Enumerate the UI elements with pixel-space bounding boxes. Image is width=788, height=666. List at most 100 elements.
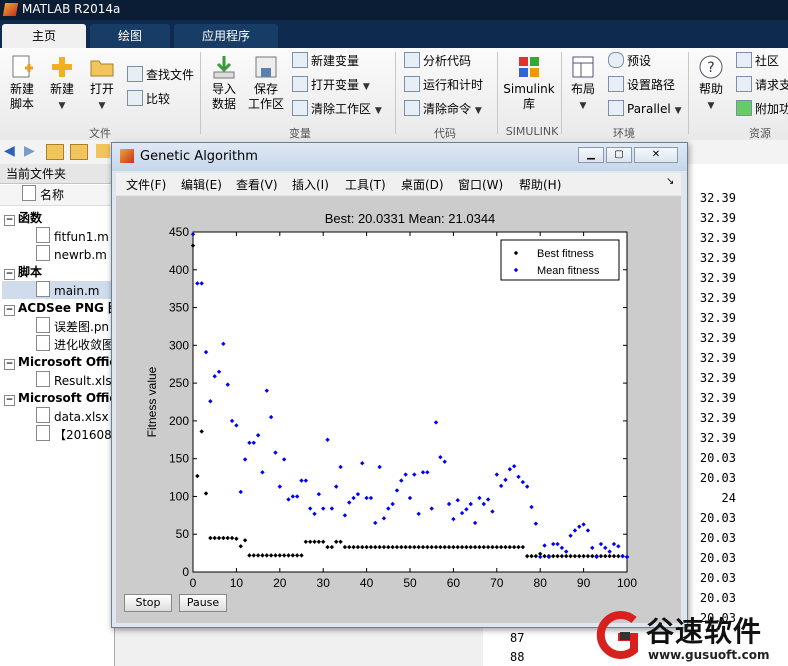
file-icon [36, 371, 50, 387]
legend-label: Mean fitness [537, 265, 600, 277]
minimize-button[interactable]: ▁ [578, 147, 604, 163]
preferences-button[interactable]: 预设 [608, 52, 651, 70]
environment-group-label: 环境 [613, 127, 635, 140]
new-script-icon [12, 55, 33, 78]
pause-button[interactable]: Pause [179, 594, 227, 612]
menu-insert[interactable]: 插入(I) [292, 176, 329, 193]
stop-button[interactable]: Stop [124, 594, 172, 612]
file-list-item[interactable]: 进化收敛图 [36, 335, 114, 353]
collapse-toggle-icon[interactable]: − [4, 215, 15, 226]
open-button[interactable]: 打开 ▼ [84, 54, 120, 114]
menu-view[interactable]: 查看(V) [236, 176, 278, 193]
separator [497, 52, 498, 134]
menu-file[interactable]: 文件(F) [126, 176, 166, 193]
watermark-text: 谷速软件 [646, 615, 763, 648]
value-cell: 32.39 [699, 271, 736, 285]
plot-area [192, 231, 628, 573]
value-cell: 32.39 [699, 391, 736, 405]
tab-apps[interactable]: 应用程序 [174, 24, 278, 48]
collapse-toggle-icon[interactable]: − [4, 305, 15, 316]
value-cell: 24 [721, 491, 736, 505]
file-list-item[interactable]: newrb.m [36, 245, 107, 263]
collapse-toggle-icon[interactable]: − [4, 269, 15, 280]
file-group-label: 文件 [89, 127, 111, 140]
maximize-button[interactable]: ▢ [606, 147, 632, 163]
new-variable-button[interactable]: 新建变量 [292, 52, 359, 70]
file-name: 误差图.pn [54, 320, 110, 334]
clear-workspace-button[interactable]: 清除工作区 ▼ [292, 100, 382, 118]
column-header: 名称 [0, 185, 114, 206]
tree-section-header[interactable]: − 脚本 [4, 263, 42, 281]
file-list-item[interactable]: 误差图.pn [36, 317, 109, 335]
analyze-code-button[interactable]: 分析代码 [404, 52, 471, 70]
legend-label: Best fitness [537, 248, 594, 260]
separator [561, 52, 562, 134]
parallel-button[interactable]: Parallel ▼ [608, 100, 681, 118]
close-button[interactable]: ✕ [634, 147, 678, 163]
chevron-down-icon: ▼ [362, 82, 370, 92]
value-cell: 20.03 [699, 511, 736, 525]
new-script-button[interactable]: 新建 脚本 [4, 54, 40, 112]
new-plus-icon [52, 57, 72, 77]
simulink-library-button[interactable]: Simulink 库 [502, 54, 556, 112]
run-and-time-button[interactable]: 运行和计时 [404, 76, 483, 94]
x-tick-label: 50 [403, 576, 417, 590]
menu-tools[interactable]: 工具(T) [345, 176, 386, 193]
import-data-button[interactable]: 导入 数据 [206, 54, 242, 112]
dock-arrow-icon[interactable]: ↘ [666, 176, 674, 187]
file-list-item[interactable]: 【201608 [36, 425, 112, 443]
tab-home[interactable]: 主页 [2, 24, 86, 48]
compare-button[interactable]: 比较 [127, 90, 170, 108]
up-folder-icon[interactable] [46, 144, 64, 160]
collapse-toggle-icon[interactable]: − [4, 359, 15, 370]
x-tick-label: 70 [490, 576, 504, 590]
tree-section-header[interactable]: − Microsoft Offic [4, 353, 117, 371]
x-tick-label: 80 [534, 576, 548, 590]
back-arrow-icon[interactable]: ◀ [4, 143, 15, 159]
file-list-item[interactable]: data.xlsx [36, 407, 109, 425]
menu-help[interactable]: 帮助(H) [519, 176, 561, 193]
set-path-button[interactable]: 设置路径 [608, 76, 675, 94]
new-button[interactable]: 新建 ▼ [44, 54, 80, 114]
forward-arrow-icon[interactable]: ▶ [24, 143, 35, 159]
find-files-button[interactable]: 查找文件 [127, 66, 194, 84]
genetic-algorithm-figure-window: Genetic Algorithm ▁ ▢ ✕ 文件(F) 编辑(E) 查看(V… [111, 142, 688, 628]
menu-edit[interactable]: 编辑(E) [181, 176, 222, 193]
x-tick-label: 10 [230, 576, 244, 590]
preferences-label: 预设 [627, 54, 652, 68]
parallel-icon [608, 100, 624, 116]
help-button[interactable]: ? 帮助 ▼ [694, 54, 728, 114]
figure-menu-bar: 文件(F) 编辑(E) 查看(V) 插入(I) 工具(T) 桌面(D) 窗口(W… [116, 173, 681, 195]
tree-section-header[interactable]: − 函数 [4, 209, 42, 227]
open-variable-label: 打开变量 [311, 78, 360, 92]
tab-plots[interactable]: 绘图 [90, 24, 170, 48]
file-name: 【201608 [54, 428, 112, 442]
file-icon [36, 335, 50, 351]
menu-desktop[interactable]: 桌面(D) [401, 176, 444, 193]
layout-button[interactable]: 布局 ▼ [566, 54, 600, 114]
value-cell: 32.39 [699, 351, 736, 365]
collapse-toggle-icon[interactable]: − [4, 395, 15, 406]
chevron-down-icon: ▼ [579, 101, 587, 111]
tree-section-label: ACDSee PNG 图 [18, 301, 121, 315]
menu-window[interactable]: 窗口(W) [458, 176, 503, 193]
file-list-item[interactable]: fitfun1.m [36, 227, 109, 245]
clear-commands-button[interactable]: 清除命令 ▼ [404, 100, 482, 118]
tree-section-header[interactable]: − ACDSee PNG 图 [4, 299, 120, 317]
open-variable-button[interactable]: 打开变量 ▼ [292, 76, 370, 94]
figure-canvas: Best: 20.0331 Mean: 21.0344GenerationFit… [116, 196, 681, 623]
value-cell: 20.03 [699, 551, 736, 565]
request-support-button[interactable]: 请求支 [736, 76, 788, 94]
save-workspace-button[interactable]: 保存 工作区 [246, 54, 286, 112]
value-cell: 32.39 [699, 231, 736, 245]
community-button[interactable]: 社区 [736, 52, 779, 70]
clear-commands-label: 清除命令 [423, 102, 472, 116]
tree-section-header[interactable]: − Microsoft Offic [4, 389, 117, 407]
community-icon [736, 52, 752, 68]
file-list-item[interactable]: Result.xls [36, 371, 112, 389]
browse-folder-icon[interactable] [70, 144, 88, 160]
file-list-item[interactable]: main.m [2, 281, 114, 299]
add-ons-button[interactable]: 附加功 [736, 100, 788, 118]
fitness-chart: Best: 20.0331 Mean: 21.0344GenerationFit… [145, 211, 637, 609]
name-column-header[interactable]: 名称 [40, 188, 64, 202]
